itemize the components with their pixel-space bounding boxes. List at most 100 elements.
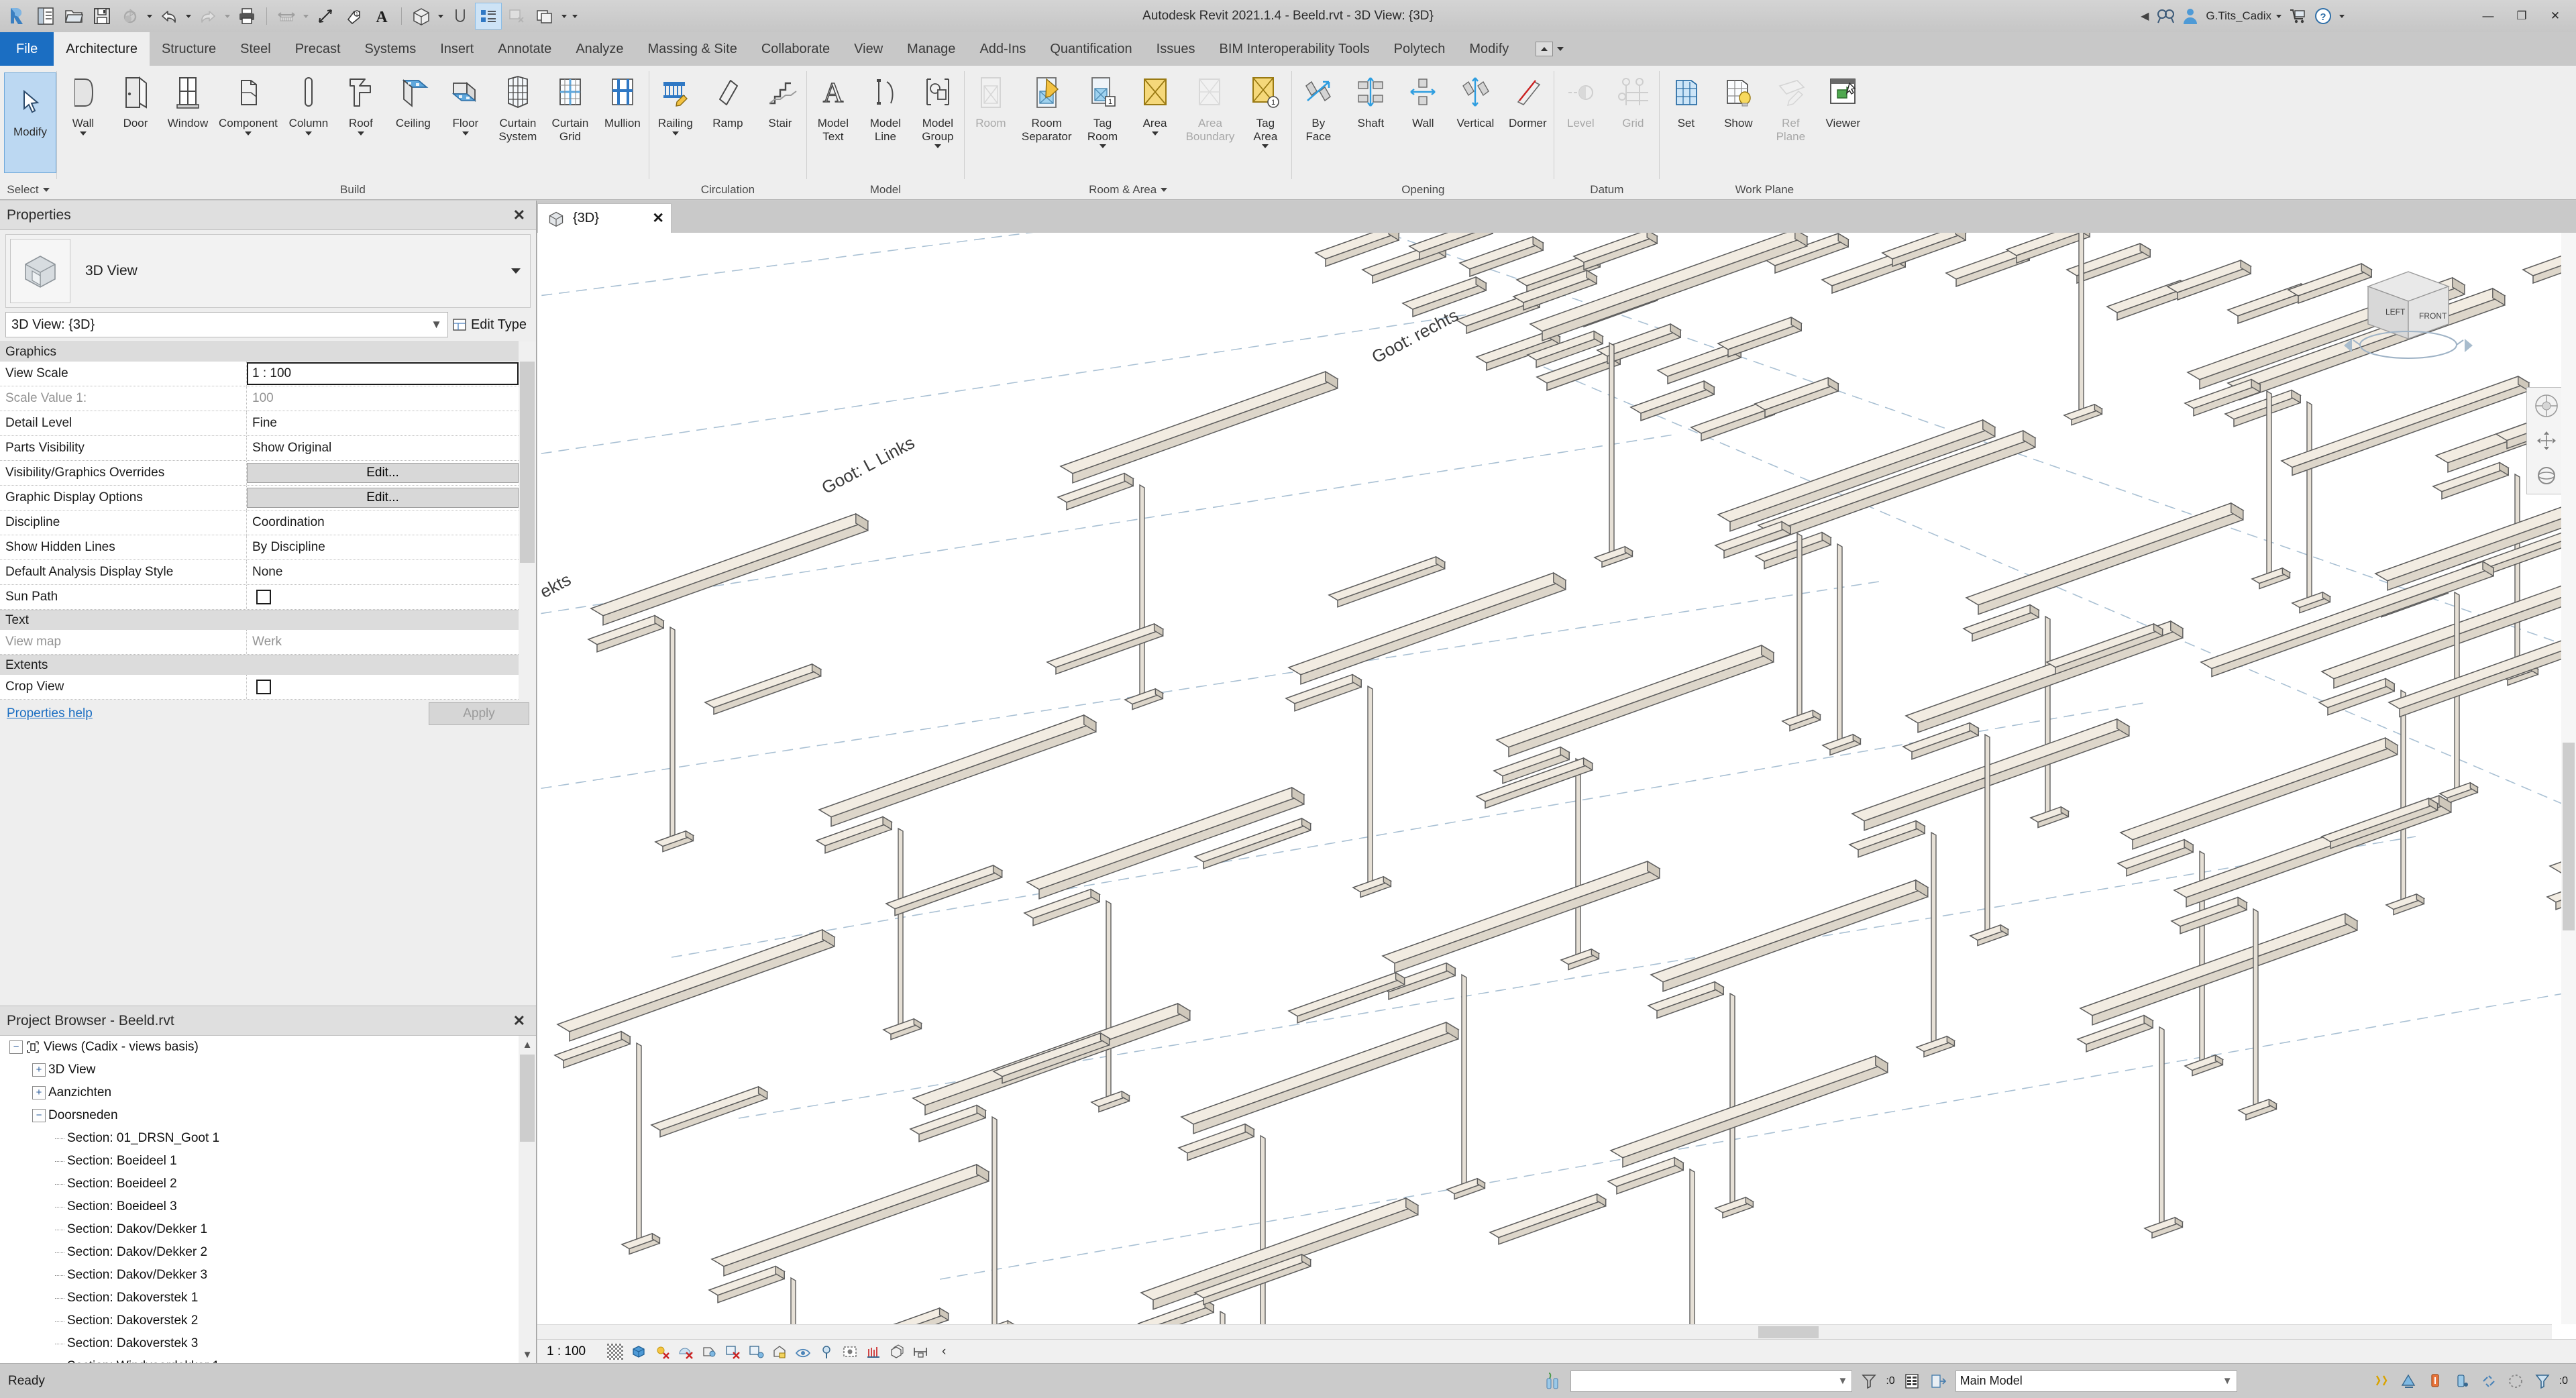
- design-option-combo[interactable]: Main Model ▼: [1955, 1370, 2237, 1392]
- ribbon-panel-expand-caret-icon[interactable]: [42, 188, 50, 192]
- aligned-dimension-icon[interactable]: [312, 3, 339, 30]
- property-row[interactable]: Default Analysis Display Style None: [0, 560, 536, 585]
- select-underlay-icon[interactable]: [2506, 1371, 2526, 1391]
- property-value[interactable]: Coordination: [247, 510, 536, 535]
- visual-style-icon[interactable]: [606, 1343, 624, 1360]
- revit-logo-icon[interactable]: [4, 3, 31, 30]
- thin-lines-icon[interactable]: [475, 3, 502, 30]
- temporary-hide-isolate-icon[interactable]: [794, 1343, 812, 1360]
- ribbon-button-tag-area[interactable]: 1 Tag Area: [1239, 71, 1291, 149]
- ribbon-tab-modify[interactable]: Modify: [1457, 32, 1521, 66]
- property-value[interactable]: Show Original: [247, 436, 536, 460]
- worksets-caret-icon[interactable]: ▼: [1837, 1375, 1847, 1387]
- view-cube[interactable]: LEFT FRONT: [2328, 260, 2489, 387]
- ribbon-tab-steel[interactable]: Steel: [228, 32, 283, 66]
- scroll-down-arrow-icon[interactable]: ▼: [519, 1346, 536, 1363]
- ribbon-tab-massing-site[interactable]: Massing & Site: [635, 32, 749, 66]
- help-icon[interactable]: ?: [2312, 3, 2334, 30]
- property-row[interactable]: Discipline Coordination: [0, 510, 536, 535]
- property-value[interactable]: Fine: [247, 411, 536, 435]
- ribbon-tab-manage[interactable]: Manage: [895, 32, 967, 66]
- property-type-selector[interactable]: 3D View: [5, 234, 531, 308]
- ribbon-panel-expand-caret-icon[interactable]: [1161, 188, 1168, 192]
- ribbon-tab-analyze[interactable]: Analyze: [564, 32, 635, 66]
- properties-help-link[interactable]: Properties help: [7, 706, 93, 721]
- tree-node[interactable]: Section: Dakov/Dekker 3: [0, 1264, 519, 1287]
- ribbon-button-dropdown-caret-icon[interactable]: [357, 131, 364, 136]
- redo-dropdown-caret[interactable]: [223, 3, 232, 30]
- close-window-button[interactable]: ✕: [2540, 0, 2571, 32]
- ribbon-button-model-group[interactable]: Model Group: [912, 71, 964, 149]
- filter-icon[interactable]: [2532, 1371, 2553, 1391]
- ribbon-button-dropdown-caret-icon[interactable]: [934, 144, 941, 149]
- ribbon-button-curtain-grid[interactable]: Curtain Grid: [544, 71, 596, 143]
- steering-wheel-icon[interactable]: [2532, 392, 2561, 420]
- ribbon-button-show[interactable]: Show: [1712, 71, 1764, 130]
- property-value[interactable]: 100: [247, 386, 536, 411]
- tree-node[interactable]: Section: Windveerdekker 1: [0, 1355, 519, 1363]
- tree-node[interactable]: Section: Dakoverstek 1: [0, 1287, 519, 1309]
- property-edit-button[interactable]: Edit...: [247, 463, 519, 483]
- model-canvas[interactable]: Goot: rechts Goot: L Links ekts LEFT FRONT: [537, 233, 2576, 1363]
- ribbon-button-ramp[interactable]: Ramp: [702, 71, 754, 130]
- measurement-icon[interactable]: [912, 1343, 929, 1360]
- tab-3d-view[interactable]: {3D} ✕: [537, 203, 672, 233]
- tree-node[interactable]: +3D View: [0, 1059, 519, 1081]
- model-updates-icon[interactable]: [2371, 1371, 2392, 1391]
- canvas-horizontal-scrollbar[interactable]: [537, 1324, 2552, 1339]
- property-value[interactable]: None: [247, 560, 536, 584]
- view3d-dropdown-caret[interactable]: [436, 3, 445, 30]
- ribbon-minimize-icon[interactable]: [1536, 42, 1554, 56]
- ribbon-tab-issues[interactable]: Issues: [1144, 32, 1208, 66]
- ribbon-tab-file[interactable]: File: [0, 32, 54, 66]
- restore-button[interactable]: ❐: [2506, 0, 2537, 32]
- shadows-off-icon[interactable]: [653, 1343, 671, 1360]
- ribbon-button-railing[interactable]: Railing: [649, 71, 702, 136]
- hscroll-thumb[interactable]: [1758, 1326, 1819, 1338]
- text-icon[interactable]: A: [368, 3, 395, 30]
- project-browser-scrollbar[interactable]: ▲ ▼: [519, 1036, 536, 1363]
- ribbon-button-curtain-system[interactable]: Curtain System: [492, 71, 544, 143]
- ribbon-button-component[interactable]: Component: [214, 71, 282, 136]
- ribbon-button-wall[interactable]: Wall: [57, 71, 109, 136]
- ribbon-button-wall[interactable]: Wall: [1397, 71, 1449, 130]
- rendering-dialog-icon[interactable]: [700, 1343, 718, 1360]
- ribbon-button-ceiling[interactable]: Ceiling: [387, 71, 439, 130]
- vscroll-thumb[interactable]: [2563, 743, 2575, 930]
- worksets-combo[interactable]: ▼: [1570, 1370, 1853, 1392]
- ribbon-button-door[interactable]: Door: [109, 71, 162, 130]
- ribbon-tab-precast[interactable]: Precast: [283, 32, 353, 66]
- ribbon-tab-insert[interactable]: Insert: [428, 32, 486, 66]
- undo-icon[interactable]: [156, 3, 182, 30]
- collapse-icon[interactable]: −: [9, 1040, 23, 1054]
- ribbon-button-roof[interactable]: Roof: [335, 71, 387, 136]
- expand-icon[interactable]: +: [32, 1086, 46, 1099]
- measure-icon[interactable]: [273, 3, 300, 30]
- ribbon-panels[interactable]: Modify Select Wall Door Window Component Colum…: [0, 66, 2576, 200]
- view-control-bar[interactable]: 1 : 100 ‹: [537, 1339, 2576, 1363]
- ribbon-button-shaft[interactable]: Shaft: [1344, 71, 1397, 130]
- ribbon-button-room-separator[interactable]: Room Separator: [1017, 71, 1077, 143]
- property-checkbox[interactable]: [256, 590, 271, 604]
- apply-button[interactable]: Apply: [429, 702, 529, 725]
- ribbon-button-dropdown-caret-icon[interactable]: [305, 131, 312, 136]
- ribbon-button-vertical[interactable]: Vertical: [1449, 71, 1501, 130]
- property-value[interactable]: 1 : 100: [247, 362, 519, 385]
- ribbon-button-tag-room[interactable]: 1 Tag Room: [1077, 71, 1129, 149]
- ribbon-tab-strip[interactable]: File Architecture Structure Steel Precast Sys…: [0, 32, 2576, 66]
- user-avatar-icon[interactable]: [2180, 3, 2200, 30]
- property-row[interactable]: Visibility/Graphics Overrides Edit...: [0, 461, 536, 486]
- autodesk-app-store-icon[interactable]: [2286, 3, 2309, 30]
- close-properties-icon[interactable]: ✕: [509, 207, 529, 224]
- ribbon-tab-add-ins[interactable]: Add-Ins: [967, 32, 1038, 66]
- user-menu-caret[interactable]: [2274, 3, 2284, 30]
- user-name-label[interactable]: G.Tits_Cadix: [2206, 9, 2271, 23]
- switch-windows-icon[interactable]: [531, 3, 558, 30]
- ribbon-tab-systems[interactable]: Systems: [353, 32, 429, 66]
- sun-path-off-icon[interactable]: [677, 1343, 694, 1360]
- search-icon[interactable]: [2153, 3, 2178, 30]
- property-row[interactable]: Crop View: [0, 675, 536, 700]
- ribbon-button-area[interactable]: Area: [1129, 71, 1181, 136]
- tree-node[interactable]: − Views (Cadix - views basis): [0, 1036, 519, 1059]
- tree-node[interactable]: − Doorsneden: [0, 1104, 519, 1127]
